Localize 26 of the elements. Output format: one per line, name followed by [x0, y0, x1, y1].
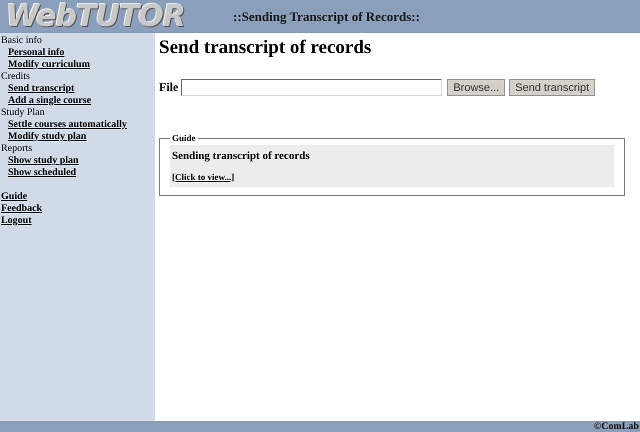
- sidebar-link[interactable]: Guide: [1, 191, 28, 203]
- sidebar-heading: Study Plan: [1, 107, 45, 119]
- sidebar-link[interactable]: Personal info: [8, 47, 64, 59]
- copyright: ©ComLab: [594, 422, 640, 432]
- page-title: ::Sending Transcript of Records::: [233, 8, 420, 26]
- sidebar-link[interactable]: Show study plan: [8, 155, 79, 167]
- browse-button[interactable]: Browse...: [447, 78, 506, 96]
- main-heading: Send transcript of records: [159, 36, 372, 60]
- sidebar-heading: Credits: [1, 71, 30, 83]
- sidebar-link[interactable]: Modify curriculum: [8, 59, 90, 71]
- sidebar-link[interactable]: Send transcript: [8, 83, 74, 95]
- sidebar-link[interactable]: Show scheduled: [8, 167, 76, 179]
- sidebar-heading: Reports: [1, 143, 32, 155]
- file-field[interactable]: [181, 78, 442, 96]
- view-link[interactable]: [Click to view...]: [172, 170, 234, 184]
- logo: WebTUTOR: [6, 2, 185, 32]
- sidebar-link[interactable]: Logout: [1, 215, 32, 227]
- sidebar-link[interactable]: Feedback: [1, 203, 42, 215]
- file-label: File: [159, 79, 178, 96]
- sidebar-heading: Basic info: [1, 35, 42, 47]
- guide-legend: Guide: [170, 133, 198, 143]
- sidebar-link[interactable]: Modify study plan: [8, 131, 86, 143]
- sidebar-link[interactable]: Settle courses automatically: [8, 119, 127, 131]
- send-transcript-button[interactable]: Send transcript: [509, 78, 596, 96]
- sidebar-link[interactable]: Add a single course: [8, 95, 92, 107]
- guide-title: Sending transcript of records: [172, 149, 310, 164]
